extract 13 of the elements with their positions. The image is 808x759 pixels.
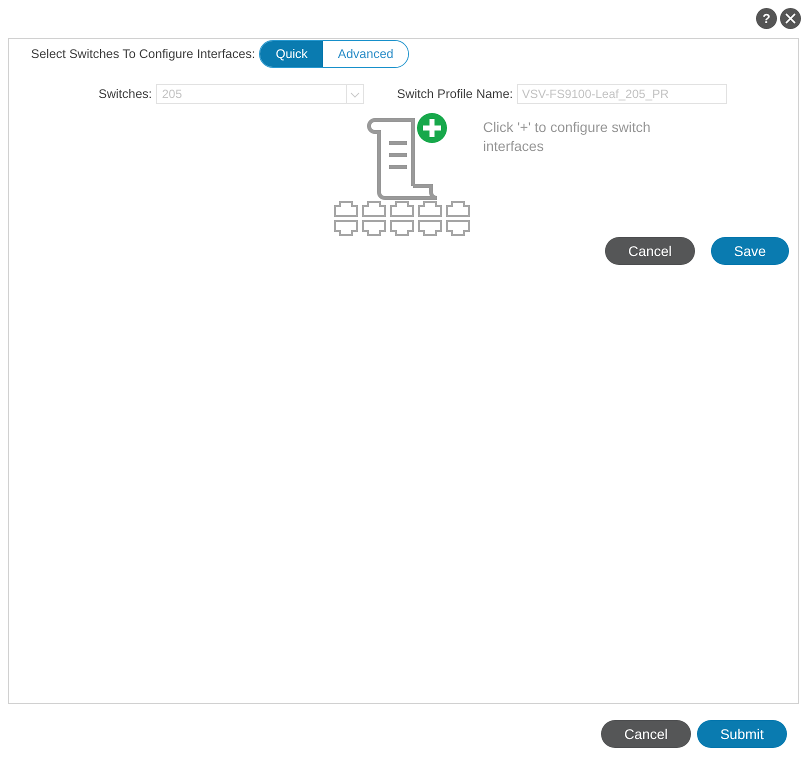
secondary-button[interactable]: Cancel — [601, 720, 691, 748]
empty-state-message: Click '+' to configure switch interfaces — [483, 118, 652, 156]
help-button[interactable]: ? — [756, 8, 777, 29]
mode-tab[interactable]: Quick — [260, 41, 324, 67]
close-icon[interactable] — [780, 8, 801, 29]
switches-label: Switches: — [98, 87, 152, 101]
secondary-button[interactable]: Cancel — [605, 237, 695, 265]
primary-button[interactable]: Submit — [697, 720, 787, 748]
add-icon[interactable] — [415, 113, 449, 145]
document-icon — [367, 118, 439, 200]
mode-label: Select Switches To Configure Interfaces: — [31, 47, 256, 61]
primary-button[interactable]: Save — [711, 237, 789, 265]
profile-name-label: Switch Profile Name: — [397, 87, 514, 101]
